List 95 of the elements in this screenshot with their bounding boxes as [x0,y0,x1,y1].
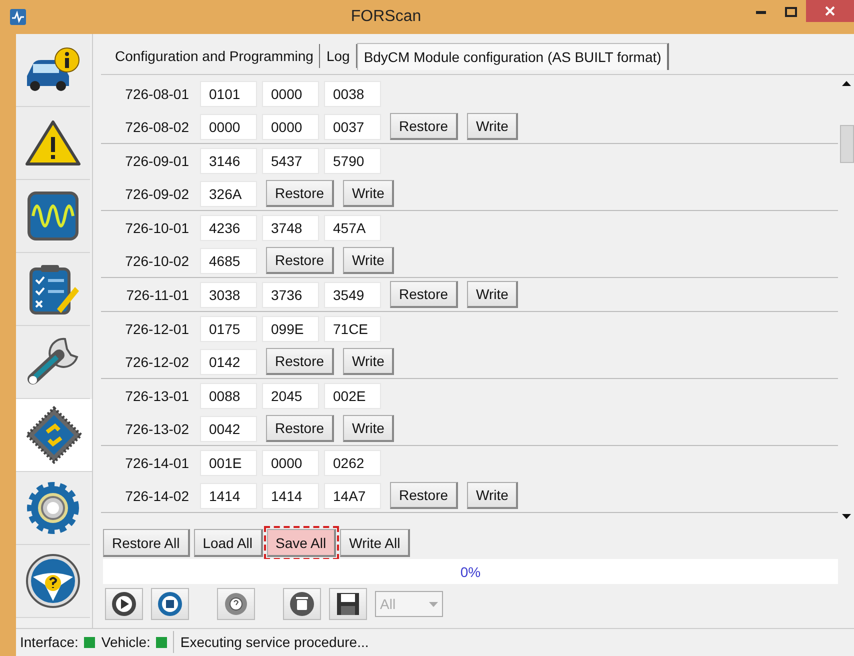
value-field[interactable]: 2045 [262,382,319,408]
status-message: Executing service procedure... [173,631,854,653]
gear-icon [24,479,82,537]
toolbar-button[interactable] [283,588,321,620]
register-address: 726-10-02 [124,252,190,268]
register-address: 726-08-01 [124,86,190,102]
value-field[interactable]: 0000 [262,114,319,140]
value-field[interactable]: 002E [324,382,381,408]
value-field[interactable]: 0042 [200,416,257,442]
app-icon [10,9,26,25]
value-field[interactable]: 001E [200,450,257,476]
status-label: Interface: [20,634,78,650]
write-button[interactable]: Write [343,180,394,207]
value-field[interactable]: 0175 [200,316,257,342]
scroll-up-icon[interactable] [842,81,850,86]
register-address: 726-12-02 [124,354,190,370]
write-button[interactable]: Write [343,415,394,442]
toolbar-button[interactable] [329,588,367,620]
value-field[interactable]: 0038 [324,80,381,106]
value-field[interactable]: 3038 [200,282,257,308]
action-button[interactable]: Restore All [103,529,190,557]
write-button[interactable]: Write [343,247,394,274]
restore-button[interactable]: Restore [390,281,458,308]
toolbar-button[interactable] [217,588,255,620]
restore-button[interactable]: Restore [390,113,458,140]
write-button[interactable]: Write [467,113,518,140]
restore-button[interactable]: Restore [266,247,334,274]
tab[interactable]: BdyCM Module configuration (AS BUILT format) [356,43,670,70]
value-field[interactable]: 0000 [200,114,257,140]
restore-button[interactable]: Restore [390,482,458,509]
toolbar-button[interactable] [151,588,189,620]
value-field[interactable]: 5790 [324,148,381,174]
scroll-down-icon[interactable] [842,514,850,519]
write-button[interactable]: Write [467,482,518,509]
value-field[interactable]: 14A7 [324,482,381,508]
maximize-icon[interactable] [785,7,797,17]
register-address: 726-12-01 [124,320,190,336]
register-address: 726-11-01 [125,286,190,302]
warning-triangle-icon [25,119,81,167]
value-field[interactable]: 0000 [262,80,319,106]
toolbar-button[interactable] [105,588,143,620]
value-field[interactable]: 5437 [262,148,319,174]
write-button[interactable]: Write [343,348,394,375]
value-field[interactable]: 457A [324,214,381,240]
value-field[interactable]: 4236 [200,214,257,240]
value-field[interactable]: 3748 [262,214,319,240]
value-field[interactable]: 4685 [200,248,257,274]
tab[interactable]: Configuration and Programming [109,44,320,68]
register-address: 726-09-01 [124,152,190,168]
value-field[interactable]: 71CE [324,316,381,342]
value-field[interactable]: 0262 [324,450,381,476]
register-address: 726-13-02 [124,420,190,436]
value-field[interactable]: 099E [262,316,319,342]
register-address: 726-13-01 [124,388,190,404]
value-field[interactable]: 326A [200,180,257,206]
register-address: 726-10-01 [124,220,190,236]
minimize-icon[interactable] [756,10,766,14]
restore-button[interactable]: Restore [266,180,334,207]
sidebar-button[interactable] [16,399,92,472]
chip-icon [25,406,83,464]
register-address: 726-14-01 [124,454,190,470]
value-field[interactable]: 0037 [324,114,381,140]
play-icon [111,591,137,617]
steering-wheel-icon [25,553,81,609]
checklist-icon [27,263,79,315]
value-field[interactable]: 3146 [200,148,257,174]
close-icon[interactable] [825,6,835,16]
stop-icon [157,591,183,617]
value-field[interactable]: 3549 [324,282,381,308]
value-field[interactable]: 0142 [200,348,257,374]
action-button[interactable]: Load All [194,529,263,557]
window-title: FORScan [350,8,422,26]
register-address: 726-08-02 [124,118,190,134]
action-button[interactable]: Save All [266,529,336,557]
dropdown-value: All [380,596,396,612]
register-address: 726-14-02 [124,488,190,504]
save-icon [336,592,360,616]
status-label: Vehicle: [101,634,150,650]
help-icon [223,591,249,617]
restore-button[interactable]: Restore [266,348,334,375]
action-button[interactable]: Write All [340,529,410,557]
value-field[interactable]: 3736 [262,282,319,308]
scroll-thumb[interactable] [840,125,854,163]
value-field[interactable]: 1414 [200,482,257,508]
restore-button[interactable]: Restore [266,415,334,442]
trash-icon [289,591,315,617]
value-field[interactable]: 0088 [200,382,257,408]
value-field[interactable]: 1414 [262,482,319,508]
value-field[interactable]: 0101 [200,80,257,106]
caret-icon [429,602,438,606]
progress-reading: 0% [460,564,481,580]
register-address: 726-09-02 [124,186,190,202]
value-field[interactable]: 0000 [262,450,319,476]
write-button[interactable]: Write [467,281,518,308]
oscilloscope-icon [27,191,79,241]
